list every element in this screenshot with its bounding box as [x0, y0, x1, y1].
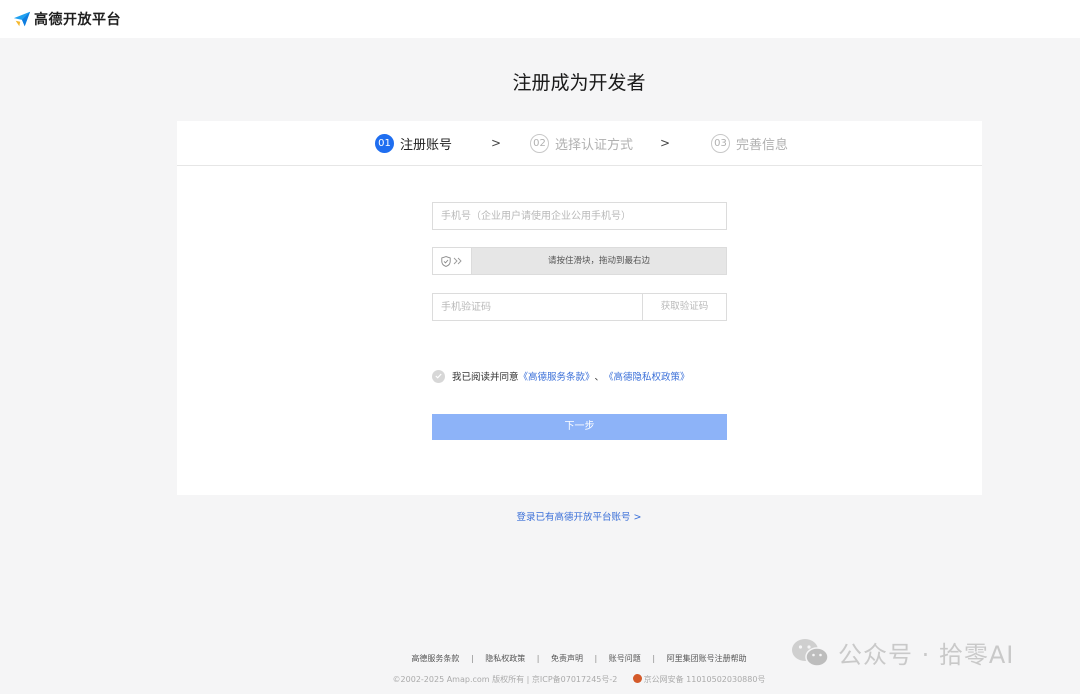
step-arrow: > [660, 136, 671, 150]
sms-code-field[interactable]: 获取验证码 [432, 293, 727, 321]
footer-separator: | [594, 654, 598, 663]
step-label: 注册账号 [400, 138, 453, 153]
step-number: 03 [711, 134, 730, 153]
footer-separator: | [536, 654, 540, 663]
wechat-icon [792, 638, 829, 667]
slider-handle[interactable] [433, 248, 472, 274]
step-indicator: 01 注册账号 > 02 选择认证方式 > 03 完善信息 [177, 121, 982, 166]
slider-hint: 请按住滑块，拖动到最右边 [547, 256, 650, 266]
agree-checkbox[interactable] [432, 369, 445, 383]
footer-separator: | [652, 654, 656, 663]
step-number: 02 [530, 134, 549, 153]
register-card: 01 注册账号 > 02 选择认证方式 > 03 完善信息 请按住滑块，拖动到最… [177, 121, 982, 495]
step-1: 01 注册账号 [375, 134, 452, 153]
amap-logo[interactable]: 高德开放平台 [13, 9, 121, 29]
terms-link[interactable]: 《高德服务条款》 [519, 369, 595, 383]
agree-separator: 、 [594, 372, 605, 383]
footer-link-disclaimer[interactable]: 免责声明 [551, 654, 583, 663]
step-3: 03 完善信息 [711, 134, 788, 153]
footer-separator: | [470, 654, 474, 663]
sms-code-input[interactable] [433, 294, 643, 320]
footer-copyright: ©2002-2025 Amap.com 版权所有 | 京ICP备07017245… [0, 674, 1080, 685]
police-record-link[interactable]: 京公网安备 11010502030880号 [644, 675, 766, 684]
login-existing-link[interactable]: 登录已有高德开放平台账号 > [0, 509, 1080, 523]
logo-text: 高德开放平台 [34, 12, 121, 28]
step-arrow: > [491, 136, 502, 150]
step-label: 完善信息 [736, 138, 789, 153]
footer-link-account[interactable]: 账号问题 [609, 654, 641, 663]
footer-link-terms[interactable]: 高德服务条款 [411, 654, 459, 663]
step-number: 01 [375, 134, 394, 153]
agree-text: 我已阅读并同意 [452, 372, 519, 383]
next-button[interactable]: 下一步 [432, 414, 727, 440]
phone-input[interactable] [433, 203, 726, 229]
slider-captcha[interactable]: 请按住滑块，拖动到最右边 [432, 247, 727, 275]
step-label: 选择认证方式 [555, 138, 634, 153]
phone-field[interactable] [432, 202, 727, 230]
top-bar: 高德开放平台 [0, 0, 1080, 38]
copyright-text: ©2002-2025 Amap.com 版权所有 | 京ICP备07017245… [392, 675, 618, 684]
page-title: 注册成为开发者 [512, 72, 646, 94]
footer-link-alibaba-help[interactable]: 阿里集团账号注册帮助 [667, 654, 747, 663]
step-2: 02 选择认证方式 [530, 134, 633, 153]
privacy-link[interactable]: 《高德隐私权政策》 [604, 369, 690, 383]
get-code-button[interactable]: 获取验证码 [642, 294, 726, 320]
watermark: 公众号 · 拾零AI [790, 635, 1014, 670]
watermark-text: 公众号 · 拾零AI [838, 641, 1015, 669]
agreement-row: 我已阅读并同意 《高德服务条款》 、 《高德隐私权政策》 [432, 369, 690, 383]
amap-logo-icon [13, 11, 31, 27]
footer-link-privacy[interactable]: 隐私权政策 [485, 654, 525, 663]
police-badge-icon [632, 674, 642, 683]
check-icon [435, 373, 442, 379]
double-chevron-right-icon [453, 257, 462, 265]
shield-check-icon [441, 255, 451, 267]
